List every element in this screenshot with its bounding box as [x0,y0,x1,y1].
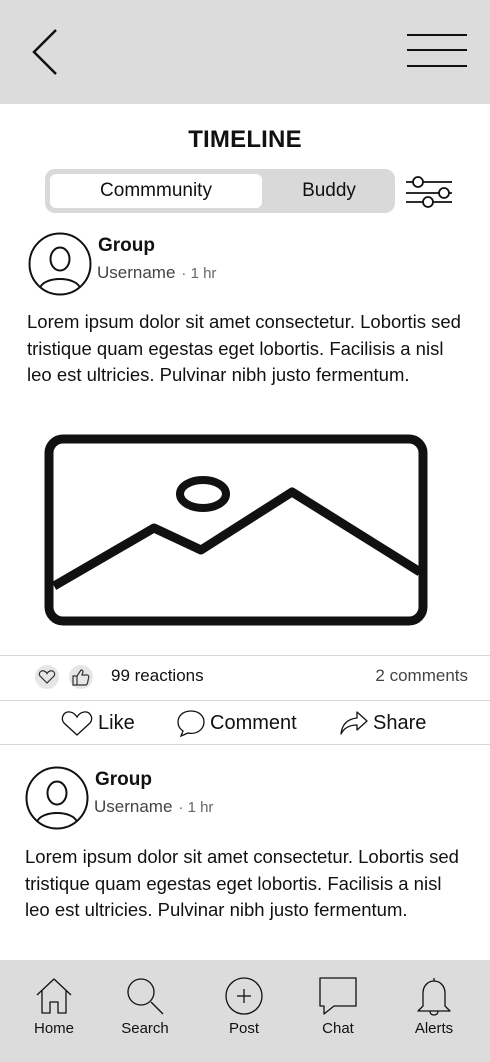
reaction-icons[interactable] [33,664,99,690]
share-label: Share [373,711,427,734]
back-button[interactable] [26,26,66,78]
tab-buddy[interactable]: Buddy [267,174,391,208]
reactions-count[interactable]: 99 reactions [111,666,204,686]
divider [0,700,490,701]
nav-alerts[interactable]: Alerts [394,976,474,1050]
post-author: Username · 1 hr [97,263,216,283]
bell-icon [417,978,451,1016]
bottom-nav-bar: Home Search Post Chat Alerts [0,960,490,1062]
user-avatar-icon [28,232,92,296]
post-group-name[interactable]: Group [95,769,152,791]
sliders-icon [406,176,452,208]
share-arrow-icon [340,711,368,735]
like-button[interactable]: Like [60,706,135,740]
home-icon [36,978,72,1014]
post-time: · 1 hr [178,799,214,816]
chevron-left-icon [32,29,57,75]
nav-search[interactable]: Search [105,976,185,1050]
nav-chat[interactable]: Chat [298,976,378,1050]
comment-label: Comment [210,711,297,734]
post-group-name[interactable]: Group [98,235,155,257]
page-title: TIMELINE [188,126,302,153]
divider [0,655,490,656]
like-label: Like [98,711,135,734]
filter-button[interactable] [404,174,454,208]
nav-home-label: Home [33,1020,74,1037]
share-button[interactable]: Share [339,706,426,740]
nav-post[interactable]: Post [204,976,284,1050]
divider [0,744,490,745]
post-time: · 1 hr [181,265,217,282]
avatar[interactable] [25,766,89,830]
heart-icon [35,665,59,689]
menu-button[interactable] [404,30,470,72]
thumbs-up-icon [69,665,93,689]
nav-alerts-label: Alerts [414,1020,454,1037]
comment-bubble-icon [177,710,205,738]
comments-count[interactable]: 2 comments [375,666,468,686]
hamburger-menu-icon [407,34,467,67]
user-avatar-icon [25,766,89,830]
post-text: Lorem ipsum dolor sit amet consectetur. … [25,846,459,920]
search-icon [127,978,164,1015]
nav-search-label: Search [121,1020,169,1037]
chat-bubble-icon [319,977,357,1015]
plus-circle-icon [225,977,263,1015]
top-app-bar [0,0,490,104]
image-placeholder-icon [44,434,428,626]
heart-outline-icon [61,711,93,736]
post-username[interactable]: Username [94,797,172,816]
tab-community[interactable]: Commmunity [50,174,262,208]
nav-chat-label: Chat [322,1020,354,1037]
avatar[interactable] [28,232,92,296]
post-text: Lorem ipsum dolor sit amet consectetur. … [27,311,461,385]
post-image[interactable] [44,434,428,626]
post-username[interactable]: Username [97,263,175,282]
comment-button[interactable]: Comment [176,706,297,740]
nav-home[interactable]: Home [14,976,94,1050]
timeline-tabs: Commmunity Buddy [45,169,395,213]
post-author: Username · 1 hr [94,797,213,817]
nav-post-label: Post [228,1020,259,1037]
